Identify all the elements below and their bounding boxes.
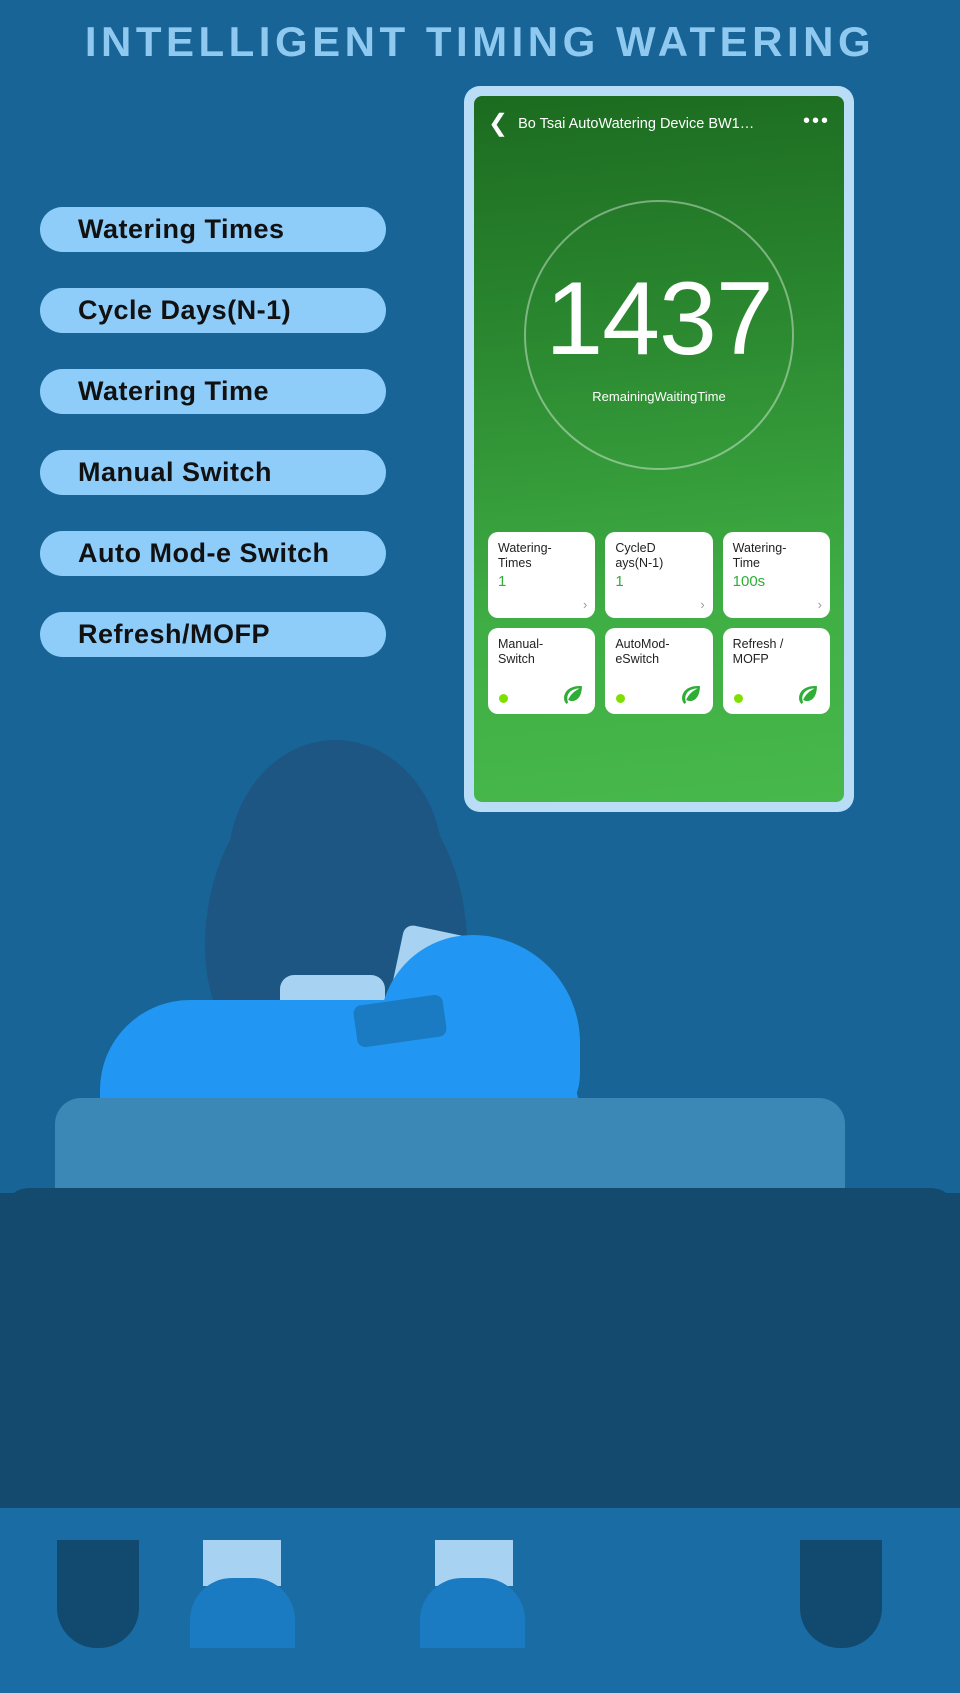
chevron-right-icon: ›: [817, 597, 822, 612]
feature-pill-manual-switch[interactable]: Manual Switch: [40, 450, 386, 495]
card-label-line1: Refresh /: [732, 637, 784, 651]
card-label-line1: Watering-: [732, 541, 787, 555]
app-header: ❮ Bo Tsai AutoWatering Device BW1… •••: [474, 96, 844, 152]
card-value: 1: [498, 572, 507, 590]
status-indicator: [733, 694, 743, 703]
card-label-line2: Switch: [498, 652, 535, 667]
feature-list: Watering Times Cycle Days(N-1) Watering …: [40, 207, 386, 693]
feature-pill-label: Refresh/MOFP: [78, 619, 271, 649]
more-options-icon[interactable]: •••: [803, 111, 830, 137]
gauge-label: RemainingWaitingTime: [592, 388, 726, 404]
leaf-icon[interactable]: [678, 682, 704, 708]
feature-pill-label: Manual Switch: [78, 457, 273, 487]
card-label-line2: MOFP: [732, 652, 769, 667]
card-label-line1: Manual-: [498, 637, 544, 651]
leaf-icon[interactable]: [560, 682, 586, 708]
phone-mockup: ❮ Bo Tsai AutoWatering Device BW1… ••• 1…: [464, 86, 854, 812]
feature-pill-label: Watering Times: [78, 214, 285, 244]
card-watering-times[interactable]: Watering- Times 1 ›: [488, 532, 596, 618]
card-label-line2: ays(N-1): [615, 556, 664, 571]
person-shoe-left: [190, 1578, 295, 1648]
status-indicator: [616, 694, 626, 703]
sofa-body: [0, 1188, 960, 1508]
feature-pill-auto-mode-switch[interactable]: Auto Mod-e Switch: [40, 531, 386, 576]
card-label-line2: eSwitch: [615, 652, 660, 667]
card-manual-switch[interactable]: Manual- Switch: [488, 628, 596, 714]
card-value: 100s: [732, 572, 766, 590]
remaining-time-gauge: 1437 RemainingWaitingTime: [524, 200, 794, 470]
chevron-right-icon: ›: [582, 597, 588, 612]
chevron-right-icon: ›: [700, 597, 705, 612]
feature-pill-watering-time[interactable]: Watering Time: [40, 369, 386, 414]
feature-pill-label: Cycle Days(N-1): [78, 295, 292, 325]
status-indicator: [499, 694, 508, 703]
card-refresh-mofp[interactable]: Refresh / MOFP: [722, 628, 830, 714]
card-label-line1: Watering-: [498, 541, 552, 555]
device-title: Bo Tsai AutoWatering Device BW1…: [518, 116, 755, 132]
sofa-leg-left: [57, 1540, 139, 1648]
chevron-left-icon[interactable]: ❮: [488, 112, 508, 136]
page-title: INTELLIGENT TIMING WATERING: [84, 18, 876, 65]
feature-pill-cycle-days[interactable]: Cycle Days(N-1): [40, 288, 386, 333]
sofa-leg-right: [800, 1540, 882, 1648]
feature-pill-label: Watering Time: [78, 376, 270, 406]
card-label-line2: Times: [498, 556, 532, 571]
card-label-line1: CycleD: [615, 541, 656, 555]
gauge-value: 1437: [545, 260, 773, 377]
card-auto-mode-switch[interactable]: AutoMod- eSwitch: [605, 628, 713, 714]
person-shoe-right: [420, 1578, 525, 1648]
feature-pill-watering-times[interactable]: Watering Times: [40, 207, 386, 252]
feature-pill-label: Auto Mod-e Switch: [78, 538, 330, 568]
card-label-line1: AutoMod-: [615, 637, 670, 651]
leaf-icon[interactable]: [795, 682, 821, 708]
card-label-line2: Time: [732, 556, 760, 571]
feature-pill-refresh-mofp[interactable]: Refresh/MOFP: [40, 612, 386, 657]
card-cycle-days[interactable]: CycleD ays(N-1) 1 ›: [605, 532, 713, 618]
app-screen: ❮ Bo Tsai AutoWatering Device BW1… ••• 1…: [474, 96, 844, 802]
gauge-area: 1437 RemainingWaitingTime: [474, 152, 844, 532]
control-card-grid: Watering- Times 1 › CycleD ays(N-1) 1 › …: [474, 532, 844, 714]
card-value: 1: [615, 572, 624, 590]
card-watering-time[interactable]: Watering- Time 100s ›: [722, 532, 830, 618]
